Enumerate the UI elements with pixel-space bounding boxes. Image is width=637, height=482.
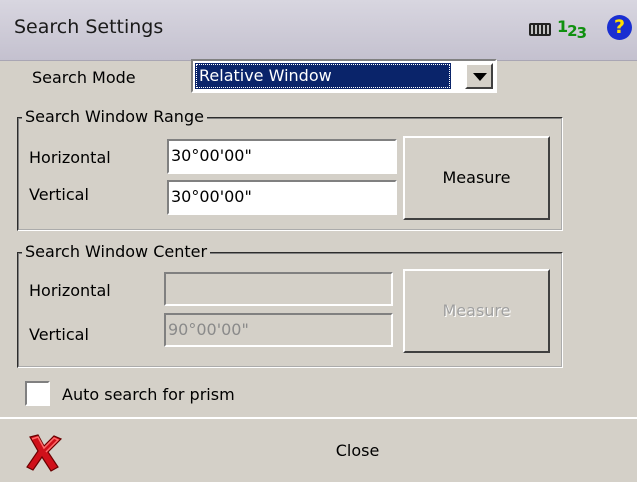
range-vertical-label: Vertical	[29, 185, 89, 204]
center-vertical-label: Vertical	[29, 325, 89, 344]
window-title: Search Settings	[14, 16, 164, 38]
search-mode-value: Relative Window	[195, 63, 451, 89]
range-horizontal-label: Horizontal	[29, 148, 111, 167]
search-window-range-title: Search Window Range	[22, 107, 207, 126]
chevron-down-icon[interactable]	[465, 63, 493, 89]
auto-search-checkbox[interactable]	[25, 381, 50, 406]
help-icon[interactable]: ?	[607, 15, 632, 40]
numeric-input-icon[interactable]: 123	[557, 17, 587, 42]
title-bar: Search Settings 123 ?	[0, 0, 637, 61]
search-window-center-title: Search Window Center	[22, 242, 211, 261]
search-mode-select[interactable]: Relative Window	[191, 59, 497, 93]
range-vertical-field[interactable]: 30°00'00"	[167, 180, 397, 215]
auto-search-label: Auto search for prism	[62, 385, 235, 404]
center-horizontal-label: Horizontal	[29, 281, 111, 300]
keyboard-icon[interactable]	[529, 23, 551, 36]
center-horizontal-field	[164, 272, 393, 306]
search-mode-label: Search Mode	[32, 68, 136, 87]
close-button-label[interactable]: Close	[0, 441, 637, 460]
footer-bar[interactable]: Close	[0, 417, 637, 482]
range-measure-button[interactable]: Measure	[403, 136, 550, 220]
center-measure-button: Measure	[403, 269, 550, 353]
range-horizontal-field[interactable]: 30°00'00"	[167, 139, 397, 174]
center-vertical-field: 90°00'00"	[164, 313, 393, 347]
